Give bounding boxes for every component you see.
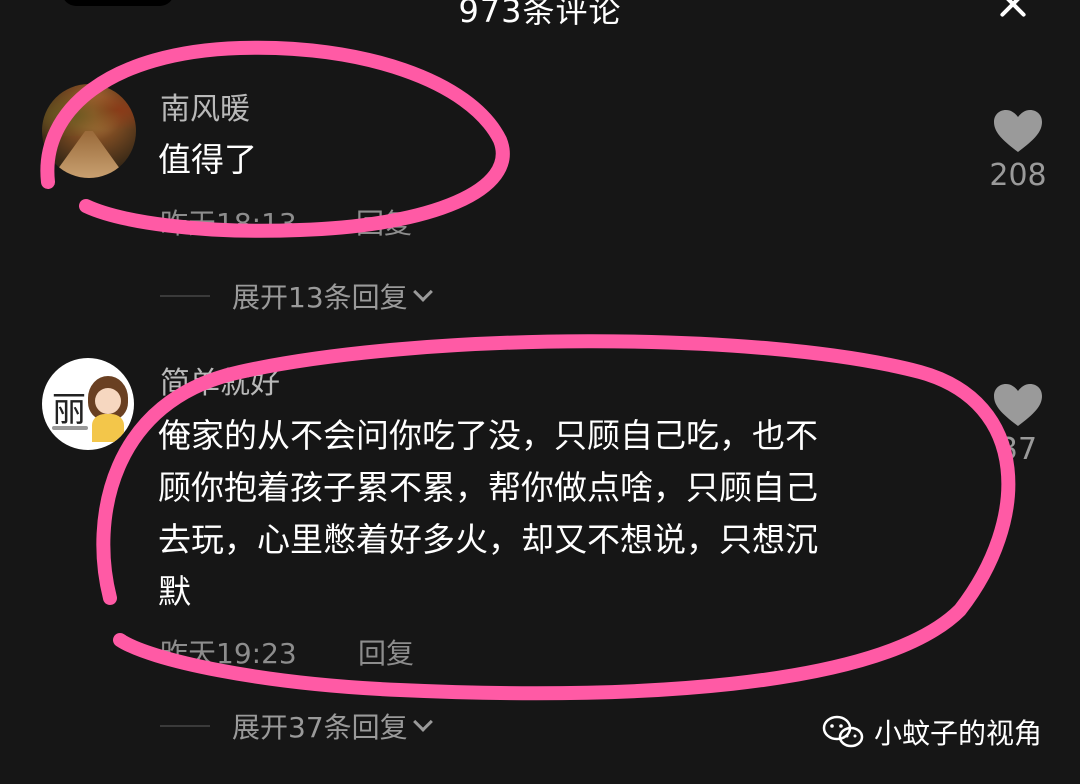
comment-count-title: 973条评论 <box>458 0 622 30</box>
watermark-text: 小蚊子的视角 <box>873 717 1042 750</box>
expand-replies[interactable]: 展开13条回复 <box>160 276 433 316</box>
comment-text-line: 顾你抱着孩子累不累，帮你做点啥，只顾自己 <box>158 468 818 507</box>
heart-icon[interactable] <box>992 108 1044 154</box>
avatar[interactable] <box>42 84 136 178</box>
comment-time: 昨天19:23 <box>160 637 297 670</box>
comment-time: 昨天18:13 <box>160 207 297 240</box>
like-count: 37 <box>998 432 1038 467</box>
divider-line <box>160 725 210 727</box>
comment-text-line: 去玩，心里憋着好多火，却又不想说，只想沉 <box>158 520 818 559</box>
comments-screen: 973条评论 南风暖 值得了 昨天18:13 回复 208 展开13条回复 丽 … <box>0 0 1080 784</box>
comment-username[interactable]: 南风暖 <box>160 84 250 128</box>
heart-icon[interactable] <box>992 382 1044 428</box>
close-icon[interactable] <box>996 0 1030 22</box>
reply-button[interactable]: 回复 <box>356 202 412 242</box>
expand-replies[interactable]: 展开37条回复 <box>160 706 433 746</box>
comment-username[interactable]: 简单就好 <box>160 358 280 402</box>
expand-replies-label: 展开37条回复 <box>232 711 408 744</box>
comment-text: 值得了 <box>158 140 257 179</box>
wechat-icon <box>822 715 864 748</box>
avatar[interactable]: 丽 <box>42 358 134 450</box>
reply-button[interactable]: 回复 <box>358 632 414 672</box>
chevron-down-icon <box>412 282 433 302</box>
divider-line <box>160 295 210 297</box>
comment-text-line: 默 <box>158 572 191 611</box>
like-count: 208 <box>989 158 1047 193</box>
comment-text-line: 俺家的从不会问你吃了没，只顾自己吃，也不 <box>158 416 818 455</box>
watermark: 小蚊子的视角 <box>822 712 1042 752</box>
expand-replies-label: 展开13条回复 <box>232 281 408 314</box>
chevron-down-icon <box>412 712 433 732</box>
